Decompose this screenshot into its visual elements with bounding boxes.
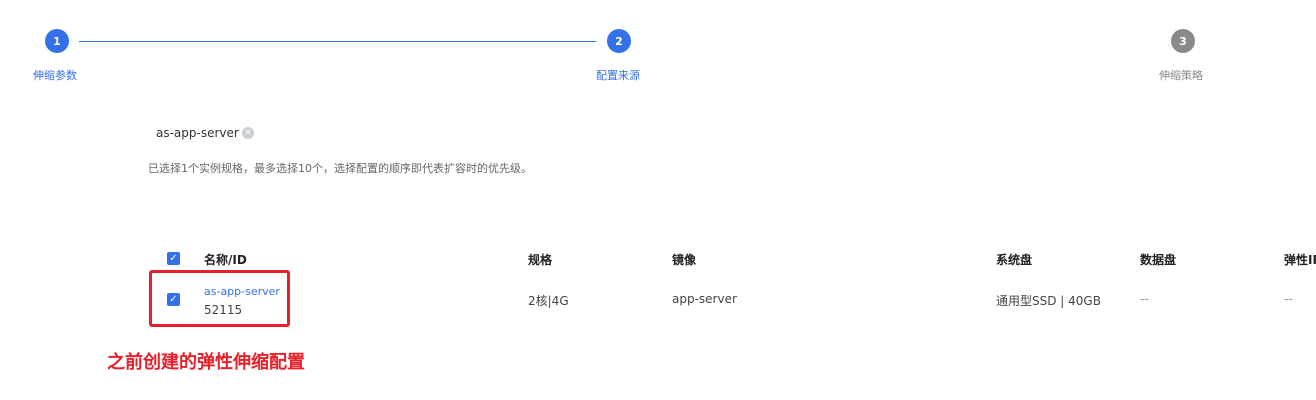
step-3-circle: 3: [1171, 29, 1195, 53]
select-all-checkbox[interactable]: ✓: [167, 252, 180, 265]
column-header-data-disk: 数据盘: [1140, 253, 1177, 267]
image-cell: app-server: [672, 292, 737, 306]
selected-config-tag: as-app-server: [156, 126, 239, 140]
step-3-label: 伸缩策略: [1159, 69, 1203, 82]
column-header-image: 镜像: [672, 253, 697, 267]
data-disk-cell: --: [1140, 292, 1149, 306]
column-header-spec: 规格: [528, 253, 553, 267]
selection-hint: 已选择1个实例规格，最多选择10个，选择配置的顺序即代表扩容时的优先级。: [148, 162, 532, 175]
column-header-system-disk: 系统盘: [996, 253, 1033, 267]
eip-cell: --: [1284, 292, 1293, 306]
step-1-label: 伸缩参数: [33, 69, 77, 82]
highlight-box: [149, 270, 290, 327]
step-2-circle: 2: [607, 29, 631, 53]
clear-icon[interactable]: ×: [242, 127, 254, 139]
annotation-label: 之前创建的弹性伸缩配置: [107, 352, 305, 373]
column-header-eip: 弹性IP: [1284, 253, 1316, 267]
step-2-label: 配置来源: [596, 69, 640, 82]
column-header-name: 名称/ID: [204, 253, 247, 267]
system-disk-cell: 通用型SSD | 40GB: [996, 294, 1101, 308]
step-1-circle: 1: [45, 29, 69, 53]
spec-cell: 2核|4G: [528, 294, 569, 308]
step-connector: [79, 41, 596, 42]
